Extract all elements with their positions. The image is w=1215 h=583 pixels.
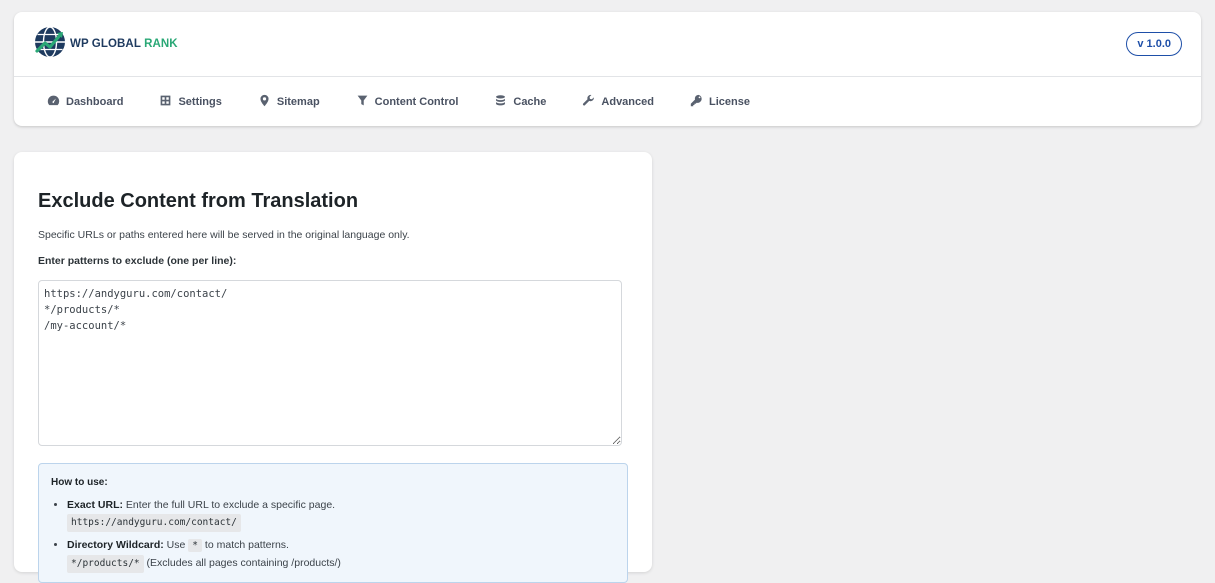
nav-item-cache[interactable]: Cache — [494, 94, 546, 110]
howto-example: */products/* (Excludes all pages contain… — [67, 555, 615, 573]
how-to-use-title: How to use: — [51, 477, 108, 488]
nav-item-label: Content Control — [374, 95, 459, 108]
howto-example-code: https://andyguru.com/contact/ — [67, 514, 241, 532]
settings-icon — [159, 94, 172, 110]
howto-example-note: (Excludes all pages containing /products… — [143, 557, 341, 569]
header-card: WP GLOBAL RANK v 1.0.0 Dashboard Setting… — [14, 12, 1201, 126]
list-item: Exact URL: Enter the full URL to exclude… — [67, 497, 615, 532]
nav-item-license[interactable]: License — [690, 94, 750, 110]
key-icon — [690, 94, 703, 110]
nav-item-advanced[interactable]: Advanced — [582, 94, 654, 110]
how-to-use-box: How to use: Exact URL: Enter the full UR… — [38, 463, 628, 583]
exclude-patterns-textarea[interactable] — [38, 280, 622, 446]
dashboard-icon — [47, 94, 60, 110]
nav-item-content-control[interactable]: Content Control — [356, 94, 459, 110]
howto-inline-code: * — [188, 539, 203, 552]
globe-logo-icon — [33, 25, 67, 64]
nav-item-label: License — [708, 95, 750, 108]
howto-example-code: */products/* — [67, 555, 144, 573]
nav-item-label: Dashboard — [66, 95, 124, 108]
howto-term: Directory Wildcard: — [67, 539, 164, 551]
patterns-field-label: Enter patterns to exclude (one per line)… — [38, 255, 237, 267]
nav-item-label: Settings — [178, 95, 222, 108]
page-description: Specific URLs or paths entered here will… — [38, 229, 410, 241]
logo-text-primary: WP GLOBAL — [70, 38, 141, 50]
content-control-card: Exclude Content from Translation Specifi… — [14, 152, 652, 583]
database-icon — [494, 94, 507, 110]
howto-text: Use — [163, 539, 189, 551]
location-pin-icon — [258, 94, 271, 110]
nav-item-label: Sitemap — [276, 95, 320, 108]
nav-item-label: Advanced — [601, 95, 654, 108]
logo-text: WP GLOBAL RANK — [70, 38, 178, 50]
nav-item-label: Cache — [513, 95, 547, 108]
logo-text-accent: RANK — [144, 38, 178, 50]
filter-icon — [356, 94, 369, 110]
logo[interactable]: WP GLOBAL RANK — [33, 25, 178, 64]
version-badge[interactable]: v 1.0.0 — [1126, 32, 1182, 56]
nav-item-dashboard[interactable]: Dashboard — [47, 94, 123, 110]
nav-item-sitemap[interactable]: Sitemap — [258, 94, 320, 110]
howto-term: Exact URL: — [67, 499, 124, 511]
how-to-use-list: Exact URL: Enter the full URL to exclude… — [51, 497, 615, 573]
wrench-icon — [582, 94, 595, 110]
nav-item-settings[interactable]: Settings — [159, 94, 222, 110]
howto-example: https://andyguru.com/contact/ — [67, 514, 615, 532]
brand-row: WP GLOBAL RANK v 1.0.0 — [14, 12, 1201, 77]
howto-text: to match patterns. — [202, 539, 289, 551]
page-title: Exclude Content from Translation — [38, 190, 359, 212]
main-nav: Dashboard Settings Sitemap Content Contr… — [14, 77, 1201, 126]
howto-text: Enter the full URL to exclude a specific… — [123, 499, 336, 511]
list-item: Directory Wildcard: Use * to match patte… — [67, 537, 615, 573]
